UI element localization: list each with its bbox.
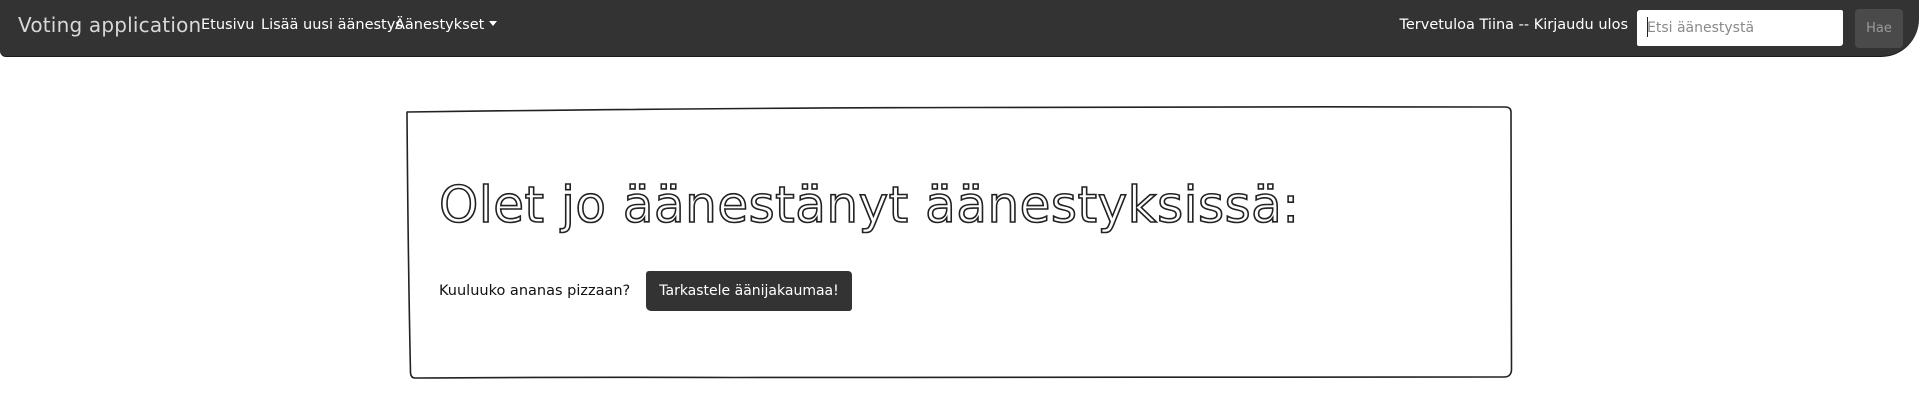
search-button[interactable]: Hae xyxy=(1855,9,1903,48)
view-results-button[interactable]: Tarkastele äänijakaumaa! xyxy=(646,271,852,311)
welcome-text: Tervetuloa Tiina -- xyxy=(1399,17,1534,33)
nav-dropdown-polls[interactable]: Äänestykset xyxy=(395,17,498,33)
page-title: Olet jo äänestänyt äänestyksissä: xyxy=(438,175,1300,235)
voted-polls-card: Olet jo äänestänyt äänestyksissä: Kuuluu… xyxy=(405,106,1513,379)
top-navbar: Voting application Etusivu Lisää uusi ää… xyxy=(0,0,1919,57)
text-cursor xyxy=(1647,17,1648,37)
poll-question: Kuuluuko ananas pizzaan? xyxy=(439,283,631,299)
card-border xyxy=(406,106,1513,379)
nav-dropdown-polls-label: Äänestykset xyxy=(395,17,485,33)
caret-down-icon xyxy=(489,21,498,26)
search-input[interactable] xyxy=(1637,10,1843,46)
welcome-area: Tervetuloa Tiina -- Kirjaudu ulos xyxy=(1399,17,1628,33)
list-item: Kuuluuko ananas pizzaan? Tarkastele ääni… xyxy=(439,271,852,311)
logout-link[interactable]: Kirjaudu ulos xyxy=(1534,17,1628,33)
brand-link[interactable]: Voting application xyxy=(18,13,201,37)
nav-link-add-poll[interactable]: Lisää uusi äänestys xyxy=(261,17,403,33)
nav-link-home[interactable]: Etusivu xyxy=(201,17,254,33)
